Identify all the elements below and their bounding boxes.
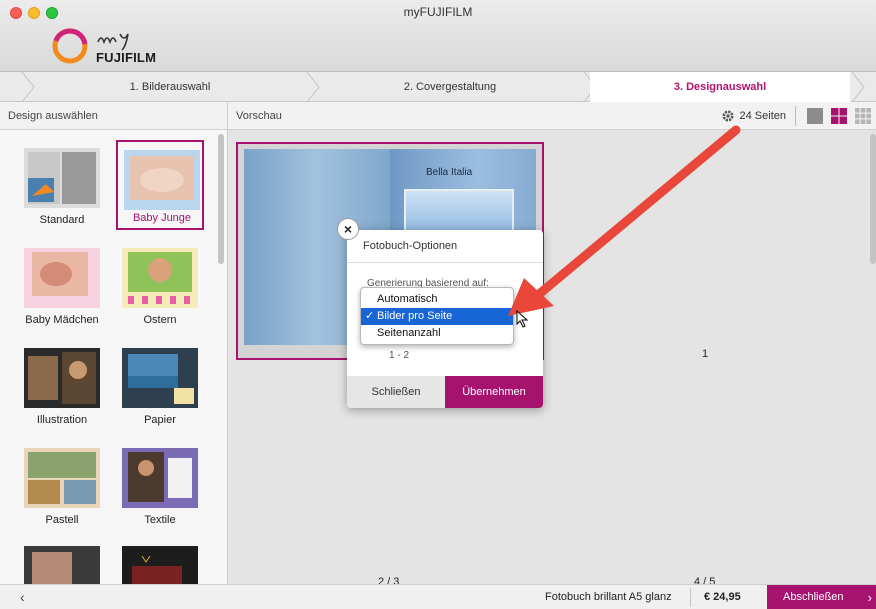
design-label: Illustration	[36, 414, 88, 426]
gear-icon	[722, 110, 734, 122]
design-tile-partial[interactable]	[18, 538, 106, 584]
step-bilderauswahl[interactable]: 1. Bilderauswahl	[30, 72, 310, 102]
design-label: Textile	[144, 514, 176, 526]
footer-bar: ‹ Fotobuch brillant A5 glanz € 24,95 Abs…	[0, 584, 876, 609]
product-name: Fotobuch brillant A5 glanz	[545, 591, 672, 603]
design-thumbnail	[24, 248, 100, 308]
design-thumbnail	[122, 448, 198, 508]
design-thumbnail	[124, 150, 200, 210]
step-designauswahl[interactable]: 3. Designauswahl	[590, 72, 850, 102]
page-count-control[interactable]: 24 Seiten	[721, 107, 786, 125]
design-tile-pastell[interactable]: Pastell	[18, 440, 106, 530]
menu-item-seitenanzahl[interactable]: Seitenanzahl	[361, 325, 513, 342]
design-label: Standard	[39, 214, 85, 226]
generation-basis-dropdown: Automatisch ✓ Bilder pro Seite Seitenanz…	[360, 287, 514, 345]
finish-button-label: Abschließen	[783, 591, 844, 603]
design-tile-standard[interactable]: Standard	[18, 140, 106, 230]
preview-scrollbar[interactable]	[870, 134, 876, 264]
design-thumbnail	[24, 348, 100, 408]
design-label: Papier	[144, 414, 176, 426]
preview-header: Vorschau 24 Seiten	[228, 102, 876, 130]
page-number: 1	[702, 348, 709, 360]
design-thumbnail	[122, 348, 198, 408]
price: € 24,95	[704, 591, 741, 603]
checkmark-icon: ✓	[365, 310, 375, 322]
menu-item-label: Automatisch	[377, 293, 438, 305]
design-label: Baby Junge	[132, 212, 192, 224]
step-covergestaltung[interactable]: 2. Covergestaltung	[310, 72, 590, 102]
page-count-label: 24 Seiten	[739, 110, 786, 122]
back-chevron-icon[interactable]: ‹	[20, 589, 25, 605]
step-separator-icon	[851, 72, 865, 102]
footer-divider	[690, 588, 691, 607]
design-thumbnail	[24, 448, 100, 508]
book-title: Bella Italia	[426, 167, 473, 178]
design-label: Baby Mädchen	[25, 314, 99, 326]
design-tile-ostern[interactable]: Ostern	[116, 240, 204, 330]
dialog-title: Fotobuch-Optionen	[363, 240, 458, 252]
grid-2x2-view-icon[interactable]	[830, 107, 848, 125]
wizard-steps: 1. Bilderauswahl 2. Covergestaltung 3. D…	[0, 72, 876, 102]
design-tile-textile[interactable]: Textile	[116, 440, 204, 530]
design-panel-title: Design auswählen	[8, 110, 98, 122]
finish-button[interactable]: Abschließen ›	[767, 585, 876, 609]
design-tile-partial[interactable]	[116, 538, 204, 584]
single-view-icon[interactable]	[806, 107, 824, 125]
design-panel-header: Design auswählen	[0, 102, 228, 130]
design-list: Standard Baby Junge Baby Mädchen Ostern …	[0, 130, 228, 584]
window-title: myFUJIFILM	[403, 5, 473, 19]
images-per-page-range[interactable]: 1 - 2	[389, 350, 409, 361]
design-tile-baby-junge[interactable]: Baby Junge	[116, 140, 204, 230]
title-bar: myFUJIFILM FUJIFILM	[0, 0, 876, 72]
apply-button[interactable]: Übernehmen	[445, 376, 543, 408]
grid-3x3-view-icon[interactable]	[854, 107, 872, 125]
menu-item-bilder-pro-seite[interactable]: ✓ Bilder pro Seite	[361, 308, 513, 325]
design-thumbnail	[122, 546, 198, 584]
close-button[interactable]: Schließen	[347, 376, 445, 408]
design-tile-illustration[interactable]: Illustration	[18, 340, 106, 430]
page-number: 4 / 5	[694, 576, 716, 584]
design-thumbnail	[122, 248, 198, 308]
toolbar-divider	[795, 106, 796, 126]
close-icon[interactable]: ×	[337, 218, 359, 240]
design-label: Pastell	[45, 514, 79, 526]
menu-item-automatisch[interactable]: Automatisch	[361, 291, 513, 308]
preview-area: Bella Italia 1 2 / 3 4 / 5	[228, 130, 876, 584]
menu-item-label: Seitenanzahl	[377, 327, 441, 339]
page-number: 2 / 3	[378, 576, 400, 584]
mouse-cursor-icon	[516, 310, 529, 328]
design-tile-baby-maedchen[interactable]: Baby Mädchen	[18, 240, 106, 330]
chevron-right-icon: ›	[867, 590, 872, 605]
design-label: Ostern	[143, 314, 177, 326]
preview-title: Vorschau	[236, 110, 282, 122]
design-thumbnail	[24, 148, 100, 208]
design-tile-papier[interactable]: Papier	[116, 340, 204, 430]
menu-item-label: Bilder pro Seite	[377, 310, 453, 322]
logo-wordmark: FUJIFILM	[96, 50, 157, 65]
design-thumbnail	[24, 546, 100, 584]
dialog-divider	[347, 262, 543, 263]
design-list-scrollbar[interactable]	[218, 134, 224, 264]
